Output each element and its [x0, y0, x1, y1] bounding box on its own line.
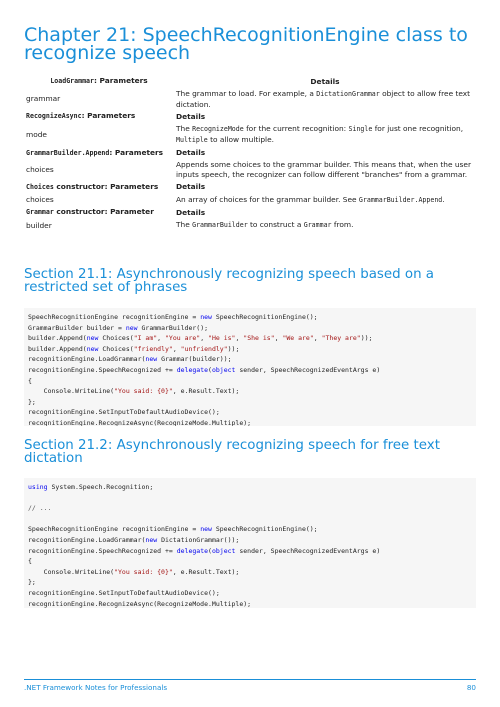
section-21-1-title: Section 21.1: Asynchronously recognizing…: [24, 267, 435, 295]
table-row: choices An array of choices for the gram…: [24, 195, 476, 208]
param-header: LoadGrammar: Parameters: [50, 76, 148, 86]
details-header: Details: [176, 148, 206, 158]
code-line: builder.Append(new Choices("friendly", "…: [28, 344, 240, 353]
param-header: GrammarBuilder.Append: Parameters: [26, 147, 164, 157]
code-line: recognitionEngine.SetInputToDefaultAudio…: [28, 588, 220, 597]
page-footer: .NET Framework Notes for Professionals 8…: [24, 679, 476, 692]
code-line: SpeechRecognitionEngine recognitionEngin…: [28, 313, 318, 321]
code-line: using System.Speech.Recognition;: [28, 483, 154, 491]
code-line: recognitionEngine.LoadGrammar(new Dictat…: [28, 535, 240, 544]
code-line: recognitionEngine.LoadGrammar(new Gramma…: [28, 355, 232, 364]
table-header-row: LoadGrammar: Parameters Details: [24, 76, 476, 89]
table-row: grammar The grammar to load. For example…: [24, 89, 476, 111]
code-line: recognitionEngine.RecognizeAsync(Recogni…: [28, 599, 252, 608]
table-header-row: GrammarBuilder.Append: Parameters Detail…: [24, 147, 476, 160]
param-details: An array of choices for the grammar buil…: [176, 194, 445, 204]
table-header-row: RecognizeAsync: Parameters Details: [24, 111, 476, 124]
code-line: Console.WriteLine("You said: {0}", e.Res…: [28, 387, 240, 396]
param-name: grammar: [26, 94, 61, 104]
param-details: Appends some choices to the grammar buil…: [176, 160, 471, 179]
param-name: choices: [26, 165, 54, 175]
param-name: mode: [26, 129, 47, 139]
details-header: Details: [176, 111, 206, 121]
code-line: GrammarBuilder builder = new GrammarBuil…: [28, 323, 209, 332]
param-header: Choices constructor: Parameters: [26, 181, 159, 191]
code-line: builder.Append(new Choices("I am", "You …: [28, 334, 373, 343]
code-line: SpeechRecognitionEngine recognitionEngin…: [28, 525, 318, 534]
code-block-section-21-1: SpeechRecognitionEngine recognitionEngin…: [24, 308, 476, 426]
code-line: recognitionEngine.SetInputToDefaultAudio…: [28, 408, 220, 417]
chapter-title: Chapter 21: SpeechRecognitionEngine clas…: [24, 24, 468, 64]
param-details: The RecognizeMode for the current recogn…: [176, 124, 464, 144]
param-name: builder: [26, 220, 52, 230]
code-line: };: [28, 397, 36, 406]
details-header: Details: [176, 182, 206, 192]
param-name: choices: [26, 195, 54, 205]
param-header: Grammar constructor: Parameter: [26, 207, 154, 217]
code-line: recognitionEngine.RecognizeAsync(Recogni…: [28, 418, 252, 426]
code-line: };: [28, 578, 36, 587]
code-line: {: [28, 557, 32, 566]
page-number: 80: [466, 683, 476, 692]
details-header: Details: [176, 207, 206, 217]
table-header-row: Grammar constructor: Parameter Details: [24, 207, 476, 220]
code-line: Console.WriteLine("You said: {0}", e.Res…: [28, 567, 240, 576]
parameters-table: LoadGrammar: Parameters Details grammar …: [24, 76, 476, 233]
code-line: recognitionEngine.SpeechRecognized += de…: [28, 365, 381, 374]
table-header-row: Choices constructor: Parameters Details: [24, 182, 476, 195]
book-title: .NET Framework Notes for Professionals: [24, 683, 168, 692]
section-21-2-title: Section 21.2: Asynchronously recognizing…: [24, 438, 440, 466]
param-header: RecognizeAsync: Parameters: [26, 111, 136, 121]
code-line: {: [28, 376, 32, 385]
details-header: Details: [310, 76, 340, 86]
table-row: mode The RecognizeMode for the current r…: [24, 124, 476, 147]
table-row: choices Appends some choices to the gram…: [24, 160, 476, 181]
param-details: The GrammarBuilder to construct a Gramma…: [176, 220, 354, 230]
code-block-section-21-2: using System.Speech.Recognition; // ... …: [24, 478, 476, 608]
param-details: The grammar to load. For example, a Dict…: [176, 89, 471, 109]
code-line: // ...: [28, 504, 52, 513]
table-row: builder The GrammarBuilder to construct …: [24, 220, 476, 233]
code-line: recognitionEngine.SpeechRecognized += de…: [28, 546, 381, 555]
